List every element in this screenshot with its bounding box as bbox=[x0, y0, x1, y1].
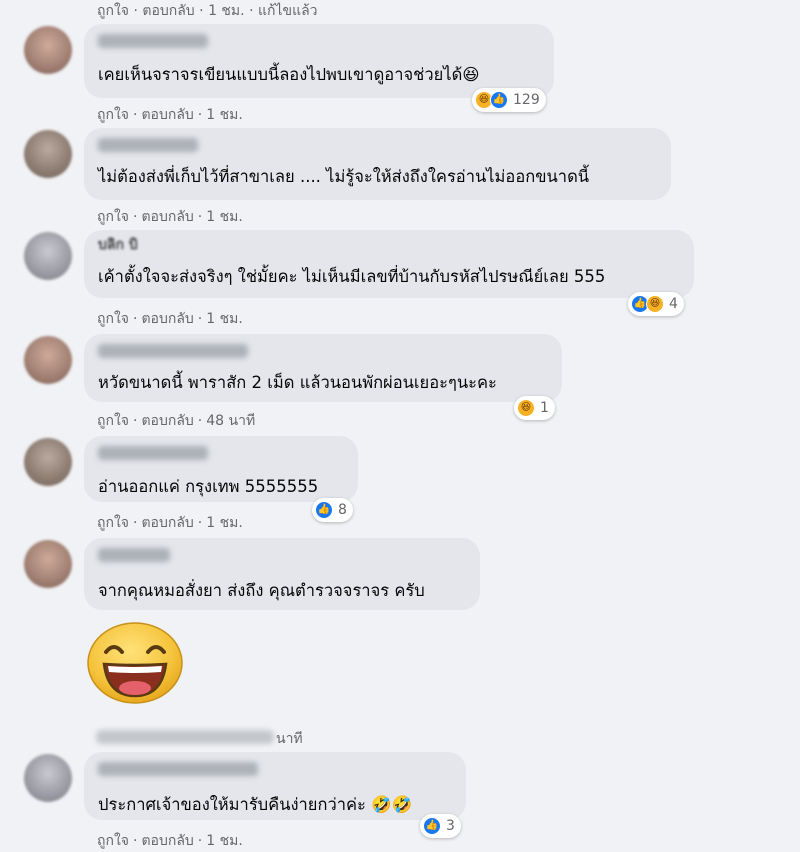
comment-bubble: บลิก บิ เค้าตั้งใจจะส่งจริงๆ ใช่มั้ยคะ ไ… bbox=[84, 230, 694, 298]
reaction-summary[interactable]: 😆 👍 129 bbox=[472, 88, 546, 112]
comment-text: อ่านออกแค่ กรุงเทพ 5555555 bbox=[98, 477, 319, 496]
like-reaction-icon: 👍 bbox=[490, 91, 508, 109]
reaction-count: 1 bbox=[540, 400, 549, 416]
comment-actions-top: ถูกใจ · ตอบกลับ · 1 ชม. · แก้ไขแล้ว bbox=[97, 3, 318, 19]
comment-text: เค้าตั้งใจจะส่งจริงๆ ใช่มั้ยคะ ไม่เห็นมี… bbox=[98, 267, 606, 286]
comment-bubble: หวัดขนาดนี้ พาราสัก 2 เม็ด แล้วนอนพักผ่อ… bbox=[84, 334, 562, 402]
reply-link[interactable]: ตอบกลับ bbox=[142, 3, 194, 19]
avatar[interactable] bbox=[24, 438, 72, 486]
laughing-face-sticker bbox=[87, 622, 183, 704]
timestamp[interactable]: 1 ชม. bbox=[208, 3, 245, 19]
like-link[interactable]: ถูกใจ bbox=[97, 311, 129, 327]
commenter-name-redacted[interactable] bbox=[98, 138, 198, 152]
avatar[interactable] bbox=[24, 336, 72, 384]
comment-actions: ถูกใจ · ตอบกลับ · 1 ชม. bbox=[97, 107, 243, 123]
reaction-summary[interactable]: 👍 3 bbox=[420, 814, 461, 838]
commenter-name-redacted[interactable] bbox=[98, 548, 170, 562]
comment-actions: นาที bbox=[276, 728, 303, 750]
like-link[interactable]: ถูกใจ bbox=[97, 107, 129, 123]
reaction-summary[interactable]: 😆 1 bbox=[514, 396, 555, 420]
sticker-teeth bbox=[108, 666, 162, 673]
timestamp[interactable]: 1 ชม. bbox=[206, 833, 243, 849]
like-reaction-icon: 👍 bbox=[315, 501, 333, 519]
timestamp[interactable]: 48 นาที bbox=[206, 413, 255, 429]
commenter-name-redacted[interactable] bbox=[98, 344, 248, 358]
reply-link[interactable]: ตอบกลับ bbox=[141, 209, 193, 225]
timestamp[interactable]: 1 ชม. bbox=[206, 515, 243, 531]
comment-bubble: เคยเห็นจราจรเขียนแบบนี้ลองไปพบเขาดูอาจช่… bbox=[84, 24, 554, 98]
timestamp[interactable]: 1 ชม. bbox=[206, 209, 243, 225]
haha-reaction-icon: 😆 bbox=[646, 295, 664, 313]
comment-bubble: ไม่ต้องส่งพี่เก็บไว้ที่สาขาเลย .... ไม่ร… bbox=[84, 128, 671, 200]
reply-link[interactable]: ตอบกลับ bbox=[141, 107, 193, 123]
like-link[interactable]: ถูกใจ bbox=[97, 3, 129, 19]
reaction-count: 4 bbox=[669, 296, 678, 312]
reaction-summary[interactable]: 👍 😆 4 bbox=[628, 292, 684, 316]
commenter-name[interactable]: บลิก บิ bbox=[98, 234, 138, 256]
commenter-name-redacted[interactable] bbox=[98, 762, 258, 776]
commenter-name-redacted[interactable] bbox=[98, 34, 208, 48]
comment-actions: ถูกใจ · ตอบกลับ · 1 ชม. bbox=[97, 833, 243, 849]
commenter-name-redacted[interactable] bbox=[98, 446, 208, 460]
like-link[interactable]: ถูกใจ bbox=[97, 515, 129, 531]
avatar[interactable] bbox=[24, 540, 72, 588]
reply-link[interactable]: ตอบกลับ bbox=[141, 515, 193, 531]
like-link[interactable]: ถูกใจ bbox=[97, 413, 129, 429]
comment-bubble: ประกาศเจ้าของให้มารับคืนง่ายกว่าค่ะ 🤣🤣 bbox=[84, 752, 466, 820]
sticker-tongue bbox=[119, 681, 151, 695]
avatar[interactable] bbox=[24, 130, 72, 178]
reaction-count: 129 bbox=[513, 92, 540, 108]
avatar[interactable] bbox=[24, 232, 72, 280]
comment-text: จากคุณหมอสั่งยา ส่งถึง คุณตำรวจจราจร ครั… bbox=[98, 581, 425, 600]
like-reaction-icon: 👍 bbox=[423, 817, 441, 835]
comment-text: หวัดขนาดนี้ พาราสัก 2 เม็ด แล้วนอนพักผ่อ… bbox=[98, 373, 497, 392]
reaction-summary[interactable]: 👍 8 bbox=[312, 498, 353, 522]
reply-link[interactable]: ตอบกลับ bbox=[141, 833, 193, 849]
comment-actions: ถูกใจ · ตอบกลับ · 1 ชม. bbox=[97, 515, 243, 531]
timestamp[interactable]: นาที bbox=[276, 731, 303, 747]
comment-actions: ถูกใจ · ตอบกลับ · 1 ชม. bbox=[97, 209, 243, 225]
comment-text: ประกาศเจ้าของให้มารับคืนง่ายกว่าค่ะ 🤣🤣 bbox=[98, 795, 413, 814]
reaction-count: 8 bbox=[338, 502, 347, 518]
comment-bubble: จากคุณหมอสั่งยา ส่งถึง คุณตำรวจจราจร ครั… bbox=[84, 538, 480, 610]
like-link[interactable]: ถูกใจ bbox=[97, 209, 129, 225]
reply-link[interactable]: ตอบกลับ bbox=[141, 413, 193, 429]
avatar[interactable] bbox=[24, 754, 72, 802]
comment-actions: ถูกใจ · ตอบกลับ · 48 นาที bbox=[97, 413, 256, 429]
comment-actions: ถูกใจ · ตอบกลับ · 1 ชม. bbox=[97, 311, 243, 327]
comment-text: ไม่ต้องส่งพี่เก็บไว้ที่สาขาเลย .... ไม่ร… bbox=[98, 167, 590, 186]
redacted-actions bbox=[96, 730, 274, 744]
avatar[interactable] bbox=[24, 26, 72, 74]
timestamp[interactable]: 1 ชม. bbox=[206, 311, 243, 327]
edited-label: แก้ไขแล้ว bbox=[257, 3, 318, 19]
timestamp[interactable]: 1 ชม. bbox=[206, 107, 243, 123]
like-link[interactable]: ถูกใจ bbox=[97, 833, 129, 849]
comment-text: เคยเห็นจราจรเขียนแบบนี้ลองไปพบเขาดูอาจช่… bbox=[98, 65, 480, 84]
reaction-count: 3 bbox=[446, 818, 455, 834]
comment-bubble: อ่านออกแค่ กรุงเทพ 5555555 bbox=[84, 436, 358, 502]
reply-link[interactable]: ตอบกลับ bbox=[141, 311, 193, 327]
haha-reaction-icon: 😆 bbox=[517, 399, 535, 417]
